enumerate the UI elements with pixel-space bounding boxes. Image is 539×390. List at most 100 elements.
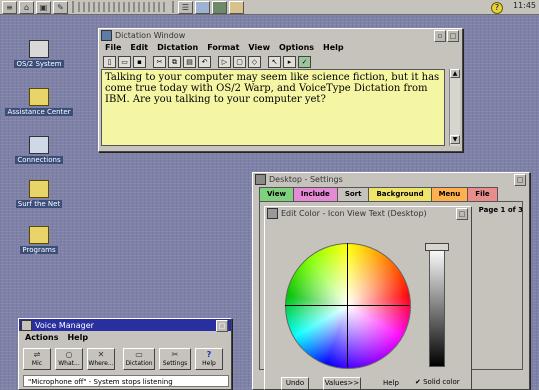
dictation-toolbar: ▯ ▭ ▪ ✂ ⧉ ▤ ↶ ▷ ▢ ◇ ↖ ▸ ✓: [99, 54, 462, 69]
launchpad-separator: [72, 1, 74, 13]
brightness-slider[interactable]: [429, 247, 445, 367]
folder-icon: [29, 88, 49, 106]
window-icon: [255, 173, 266, 185]
open-icon[interactable]: ▭: [118, 55, 131, 68]
tab-include[interactable]: Include: [292, 187, 338, 202]
help-button[interactable]: ? Help: [195, 348, 223, 370]
voice-manager-window: Voice Manager □ Actions Help ⇌ Mic ○ Wha…: [18, 318, 232, 390]
mic-button[interactable]: ⇌ Mic: [23, 348, 51, 370]
solid-color-checkbox[interactable]: ✔ Solid color: [415, 377, 460, 388]
home-button[interactable]: ⌂: [19, 0, 34, 14]
minimize-icon[interactable]: ▫: [434, 30, 446, 42]
settings-titlebar[interactable]: Desktop - Settings □: [253, 173, 529, 186]
color-wheel[interactable]: [285, 243, 411, 369]
dialog-title: Edit Color - Icon View Text (Desktop): [281, 208, 427, 218]
what-button[interactable]: ○ What...: [55, 348, 83, 370]
printer-button[interactable]: ☰: [178, 0, 193, 14]
computer-icon: [29, 40, 49, 58]
maximize-icon[interactable]: □: [514, 174, 526, 186]
desktop-icon-os2-system[interactable]: OS/2 System: [4, 40, 74, 68]
brightness-slider-knob[interactable]: [425, 243, 449, 251]
dictation-scrollbar[interactable]: ▲ ▼: [449, 69, 460, 146]
editor-button[interactable]: ✎: [53, 0, 68, 14]
desktop-icon-assistance-center[interactable]: Assistance Center: [4, 88, 74, 116]
edit-color-dialog: Edit Color - Icon View Text (Desktop) □ …: [264, 206, 472, 390]
help-button-label: Help: [202, 360, 216, 367]
menu-help[interactable]: Help: [67, 333, 88, 342]
scroll-down-icon[interactable]: ▼: [450, 135, 460, 144]
mic-button-label: Mic: [31, 360, 43, 367]
folder-icon: [29, 226, 49, 244]
record-icon[interactable]: ◇: [248, 55, 261, 68]
window-icon: [267, 207, 278, 219]
stop-icon[interactable]: ▢: [233, 55, 246, 68]
dictation-titlebar[interactable]: Dictation Window ▫ □: [99, 29, 462, 42]
solid-color-label: Solid color: [423, 378, 460, 386]
values-button[interactable]: Values>>: [323, 377, 361, 390]
paste-icon[interactable]: ▤: [183, 55, 196, 68]
edit-color-titlebar[interactable]: Edit Color - Icon View Text (Desktop) □: [265, 207, 471, 220]
copy-icon[interactable]: ⧉: [168, 55, 181, 68]
folder-icon: [29, 180, 49, 198]
launchpad-tray: [78, 2, 168, 12]
menu-edit[interactable]: Edit: [130, 43, 148, 52]
tab-background[interactable]: Background: [368, 187, 432, 202]
find-button[interactable]: [229, 0, 244, 14]
desktop-icon-programs[interactable]: Programs: [4, 226, 74, 254]
menu-dictation[interactable]: Dictation: [157, 43, 198, 52]
pointer-icon[interactable]: ▸: [283, 55, 296, 68]
undo-icon[interactable]: ↶: [198, 55, 211, 68]
tab-view[interactable]: View: [259, 187, 294, 202]
desktop-icon-label: Surf the Net: [15, 200, 63, 208]
scroll-track[interactable]: [450, 78, 460, 135]
tab-menu[interactable]: Menu: [430, 187, 469, 202]
menu-options[interactable]: Options: [279, 43, 314, 52]
dictation-window: Dictation Window ▫ □ File Edit Dictation…: [98, 28, 463, 152]
help-icon: ?: [206, 350, 212, 359]
voice-manager-menubar: Actions Help: [19, 331, 231, 344]
save-icon[interactable]: ▪: [133, 55, 146, 68]
tab-file[interactable]: File: [467, 187, 498, 202]
cut-icon[interactable]: ✂: [153, 55, 166, 68]
maximize-icon[interactable]: □: [447, 30, 459, 42]
play-icon[interactable]: ▷: [218, 55, 231, 68]
desktop-icon-label: Connections: [15, 156, 63, 164]
dictation-button[interactable]: ▭ Dictation: [123, 348, 155, 370]
new-icon[interactable]: ▯: [103, 55, 116, 68]
menu-format[interactable]: Format: [207, 43, 239, 52]
menu-actions[interactable]: Actions: [25, 333, 58, 342]
correction-icon[interactable]: ✓: [298, 55, 311, 68]
tab-sort[interactable]: Sort: [336, 187, 370, 202]
help-button[interactable]: Help: [377, 377, 405, 390]
network-icon: [29, 136, 49, 154]
desktop-icon-label: Assistance Center: [5, 108, 73, 116]
network-button[interactable]: [195, 0, 210, 14]
maximize-icon[interactable]: □: [456, 208, 468, 220]
drives-button[interactable]: ▣: [36, 0, 51, 14]
menu-help[interactable]: Help: [323, 43, 344, 52]
window-title: Dictation Window: [115, 30, 186, 40]
help-icon[interactable]: ?: [491, 2, 503, 14]
dictation-button-label: Dictation: [125, 360, 153, 367]
window-icon: [21, 319, 32, 331]
menu-view[interactable]: View: [248, 43, 270, 52]
shredder-button[interactable]: [212, 0, 227, 14]
dictation-text-area[interactable]: Talking to your computer may seem like s…: [101, 69, 445, 146]
undo-button[interactable]: Undo: [281, 377, 309, 390]
settings-button[interactable]: ✂ Settings: [159, 348, 191, 370]
maximize-icon[interactable]: □: [216, 320, 228, 332]
what-button-label: What...: [58, 360, 80, 367]
desktop-icon-connections[interactable]: Connections: [4, 136, 74, 164]
scroll-up-icon[interactable]: ▲: [450, 69, 460, 78]
arrow-icon[interactable]: ↖: [268, 55, 281, 68]
desktop-icon-surf-the-net[interactable]: Surf the Net: [4, 180, 74, 208]
window-title: Desktop - Settings: [269, 174, 343, 184]
window-list-button[interactable]: ≡: [2, 0, 17, 14]
dictation-menubar: File Edit Dictation Format View Options …: [99, 41, 462, 54]
dictation-icon: ▭: [135, 350, 143, 359]
where-button-label: Where...: [88, 360, 114, 367]
settings-tabs: View Include Sort Background Menu File: [259, 187, 498, 202]
menu-file[interactable]: File: [105, 43, 121, 52]
where-button[interactable]: ✕ Where...: [87, 348, 115, 370]
voice-manager-titlebar[interactable]: Voice Manager □: [19, 319, 231, 332]
